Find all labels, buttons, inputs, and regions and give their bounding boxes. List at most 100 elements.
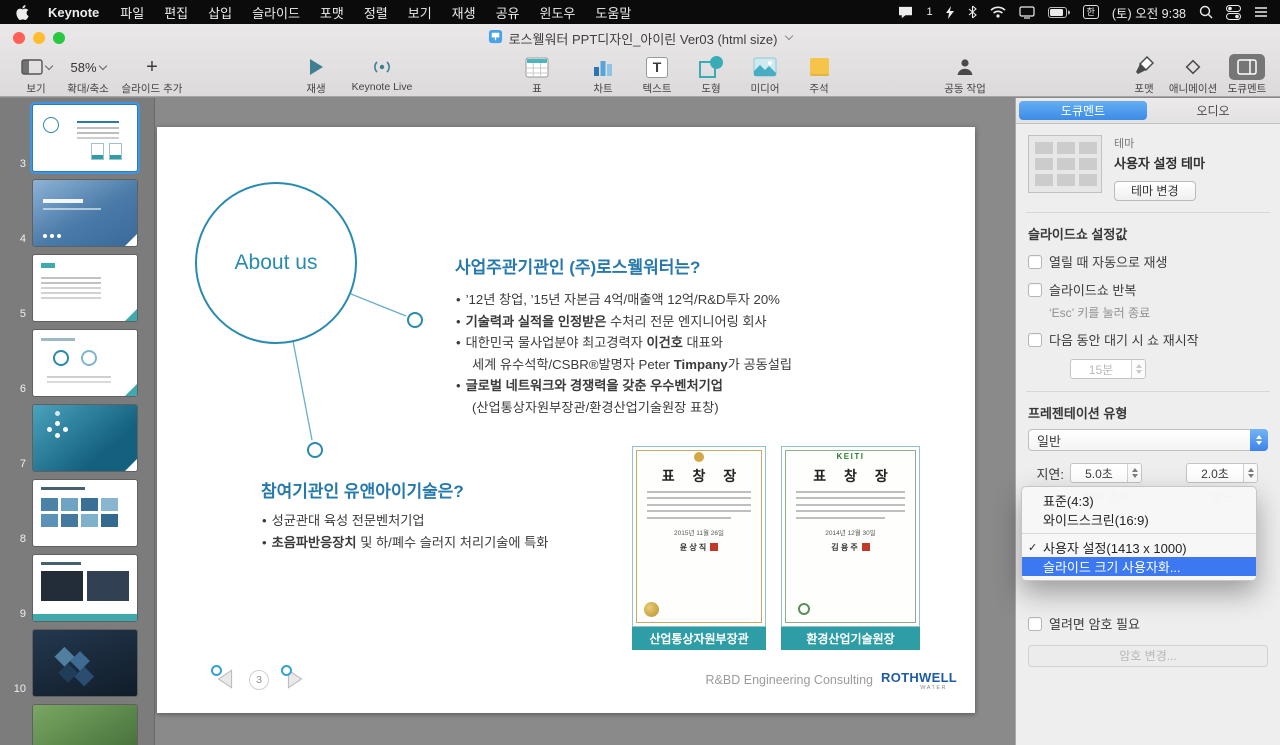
- change-password-button[interactable]: 암호 변경...: [1028, 645, 1268, 667]
- password-checkbox-row[interactable]: 열려면 암호 필요: [1028, 614, 1268, 633]
- slide-thumbnail[interactable]: [33, 555, 137, 621]
- messages-icon[interactable]: [898, 6, 913, 19]
- theme-thumbnail[interactable]: [1028, 135, 1102, 193]
- stepper-arrows[interactable]: [1131, 360, 1145, 378]
- diamond-icon: [1182, 56, 1204, 78]
- checkbox[interactable]: [1028, 617, 1042, 631]
- section2-bullets[interactable]: •성균관대 육성 전문벤처기업 •초음파반응장치 및 하/폐수 슬러지 처리기술…: [262, 510, 548, 553]
- section1-bullets[interactable]: •’12년 창업, ’15년 자본금 4억/매출액 12억/R&D투자 20% …: [456, 289, 792, 418]
- certificate-image-1[interactable]: 표 창 장 2015년 11월 26일 윤 상 직: [632, 446, 766, 627]
- idle-duration-stepper[interactable]: 15분: [1070, 359, 1146, 379]
- menu-insert[interactable]: 삽입: [208, 3, 232, 22]
- menu-play[interactable]: 재생: [452, 3, 476, 22]
- battery-icon[interactable]: [1048, 7, 1070, 18]
- insert-table-button[interactable]: 표: [509, 54, 565, 96]
- slide-thumbnail-row-11[interactable]: [0, 705, 154, 745]
- slide-thumbnail[interactable]: [33, 255, 137, 321]
- menu-arrange[interactable]: 정렬: [364, 3, 388, 22]
- slide-thumbnail[interactable]: [33, 180, 137, 246]
- add-slide-button[interactable]: + 슬라이드 추가: [118, 54, 186, 96]
- slide-thumbnail[interactable]: [33, 705, 137, 745]
- close-button[interactable]: [13, 32, 25, 44]
- menu-share[interactable]: 공유: [496, 3, 520, 22]
- energy-icon[interactable]: [946, 6, 955, 19]
- menu-clock[interactable]: (토) 오전 9:38: [1112, 3, 1186, 22]
- autoplay-checkbox-row[interactable]: 열릴 때 자동으로 재생: [1028, 252, 1268, 271]
- apple-menu-icon[interactable]: [16, 5, 29, 20]
- menu-item-custom-size[interactable]: ✓사용자 설정(1413 x 1000): [1022, 538, 1256, 557]
- menu-slide[interactable]: 슬라이드: [252, 3, 300, 22]
- slide-thumbnail-row-9[interactable]: 9: [0, 555, 154, 621]
- animate-button[interactable]: 애니메이션: [1165, 54, 1221, 96]
- previous-slide-button[interactable]: [213, 667, 239, 693]
- build-delay-stepper[interactable]: 2.0초: [1186, 463, 1258, 483]
- slide-thumbnail[interactable]: [33, 480, 137, 546]
- section1-heading[interactable]: 사업주관기관인 (주)로스웰워터는?: [455, 253, 700, 278]
- tab-document[interactable]: 도큐멘트: [1019, 101, 1147, 120]
- notification-center-icon[interactable]: [1254, 6, 1268, 18]
- keynote-live-button[interactable]: Keynote Live: [344, 54, 420, 93]
- menu-edit[interactable]: 편집: [164, 3, 188, 22]
- slide-thumbnail[interactable]: [33, 330, 137, 396]
- restart-checkbox-row[interactable]: 다음 동안 대기 시 쇼 재시작: [1028, 330, 1268, 349]
- change-theme-button[interactable]: 테마 변경: [1114, 181, 1196, 201]
- slide-thumbnail-row-4[interactable]: 4: [0, 180, 154, 246]
- view-button[interactable]: 보기: [14, 54, 58, 96]
- stepper-arrows[interactable]: [1243, 464, 1257, 482]
- stepper-arrows[interactable]: [1127, 464, 1141, 482]
- slide-number: 5: [4, 308, 26, 320]
- section2-heading[interactable]: 참여기관인 유앤아이기술은?: [261, 477, 464, 502]
- checkbox[interactable]: [1028, 283, 1042, 297]
- document-button[interactable]: 도큐멘트: [1219, 54, 1275, 96]
- insert-media-button[interactable]: 미디어: [737, 54, 793, 96]
- slide-thumbnail-row-5[interactable]: 5: [0, 255, 154, 321]
- insert-shape-button[interactable]: 도형: [683, 54, 739, 96]
- insert-comment-button[interactable]: 주석: [791, 54, 847, 96]
- about-us-circle[interactable]: About us: [195, 182, 357, 344]
- menu-item-customize-slide-size[interactable]: 슬라이드 크기 사용자화...: [1022, 557, 1256, 576]
- slide-thumbnail-row-6[interactable]: 6: [0, 330, 154, 396]
- minimize-button[interactable]: [33, 32, 45, 44]
- next-slide-button[interactable]: [283, 667, 309, 693]
- fullscreen-button[interactable]: [53, 32, 65, 44]
- menu-view[interactable]: 보기: [408, 3, 432, 22]
- spotlight-icon[interactable]: [1199, 5, 1213, 19]
- slide-thumbnail-row-10[interactable]: 10: [0, 630, 154, 696]
- slide-thumbnail[interactable]: [33, 105, 137, 171]
- certificate-image-2[interactable]: KEITI 표 창 장 2014년 12월 30일 김 용 주: [781, 446, 920, 627]
- slide-thumbnail-row-3[interactable]: 3: [0, 105, 154, 171]
- checkbox[interactable]: [1028, 255, 1042, 269]
- tab-audio[interactable]: 오디오: [1149, 101, 1277, 120]
- input-source-badge[interactable]: 한: [1083, 5, 1099, 19]
- format-button[interactable]: 포맷: [1120, 54, 1168, 96]
- slide-thumbnail-row-7[interactable]: 7: [0, 405, 154, 471]
- collaborate-button[interactable]: 공동 작업: [931, 54, 999, 96]
- slide-thumbnail-row-8[interactable]: 8: [0, 480, 154, 546]
- menu-item-standard-4-3[interactable]: 표준(4:3): [1022, 491, 1256, 510]
- menu-file[interactable]: 파일: [120, 3, 144, 22]
- display-mirroring-icon[interactable]: [1019, 6, 1035, 19]
- insert-text-button[interactable]: T 텍스트: [629, 54, 685, 96]
- menu-item-widescreen-16-9[interactable]: 와이드스크린(16:9): [1022, 510, 1256, 529]
- checkbox[interactable]: [1028, 333, 1042, 347]
- menu-window[interactable]: 윈도우: [540, 3, 576, 22]
- insert-chart-button[interactable]: 차트: [575, 54, 631, 96]
- transition-delay-stepper[interactable]: 5.0초: [1070, 463, 1142, 483]
- play-button[interactable]: 재생: [296, 54, 336, 96]
- notification-count: 1: [926, 6, 932, 18]
- wifi-icon[interactable]: [990, 6, 1006, 18]
- slide-thumbnail[interactable]: [33, 630, 137, 696]
- menu-format[interactable]: 포맷: [320, 3, 344, 22]
- loop-checkbox-row[interactable]: 슬라이드쇼 반복: [1028, 280, 1268, 299]
- slide-thumbnail[interactable]: [33, 405, 137, 471]
- paintbrush-icon: [1134, 56, 1154, 78]
- app-menu-keynote[interactable]: Keynote: [48, 5, 99, 20]
- presentation-type-select[interactable]: 일반: [1028, 429, 1268, 451]
- bluetooth-icon[interactable]: [968, 5, 977, 19]
- slide-number: 7: [4, 458, 26, 470]
- menu-help[interactable]: 도움말: [595, 3, 631, 22]
- slide[interactable]: About us 사업주관기관인 (주)로스웰워터는? •’12년 창업, ’1…: [157, 127, 975, 713]
- control-center-icon[interactable]: [1226, 5, 1241, 20]
- title-disclosure-icon[interactable]: [785, 32, 793, 40]
- zoom-control[interactable]: 58% 확대/축소: [62, 54, 114, 96]
